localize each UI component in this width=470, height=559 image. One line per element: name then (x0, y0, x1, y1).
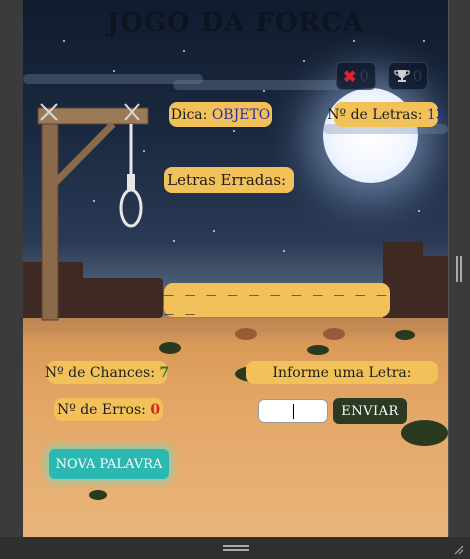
chances-value: 7 (159, 364, 170, 381)
text-caret (293, 404, 294, 419)
letter-input[interactable] (258, 399, 328, 423)
send-button[interactable]: ENVIAR (333, 398, 407, 424)
chances-label: Nº de Chances: (44, 364, 155, 381)
hint-label: Dica: (170, 106, 208, 123)
desert-bush (395, 330, 415, 340)
losses-counter: ✖ 0 (336, 62, 376, 90)
wrong-letters-pill: Letras Erradas: (164, 167, 294, 193)
letters-count-value: 13 (426, 106, 445, 123)
resize-grip-icon[interactable] (452, 543, 464, 555)
game-scene: JOGO DA FORCA ✖ 0 0 Dica: OBJETO Nº de L… (23, 0, 448, 537)
gallows-icon (37, 103, 149, 321)
wins-counter: 0 (388, 62, 428, 90)
horizontal-splitter-handle[interactable] (223, 545, 249, 547)
desert-bush (89, 490, 107, 500)
hint-pill: Dica: OBJETO (169, 102, 272, 127)
new-word-button[interactable]: NOVA PALAVRA (49, 449, 169, 479)
splitter-handle[interactable] (460, 256, 462, 282)
x-icon: ✖ (343, 66, 357, 86)
letters-count-label: Nº de Letras: (327, 106, 423, 123)
trophy-icon (393, 70, 410, 82)
bottom-bar (0, 537, 470, 559)
cloud (173, 80, 343, 90)
splitter-handle[interactable] (456, 256, 458, 282)
scrollbar-track[interactable] (448, 0, 470, 537)
word-blanks: _ _ _ _ _ _ _ _ _ _ _ _ _ (164, 277, 390, 317)
desert-bush (401, 420, 448, 446)
page-title: JOGO DA FORCA (106, 8, 365, 38)
errors-pill: Nº de Erros: 0 (54, 398, 163, 421)
guess-prompt-pill: Informe uma Letra: (246, 361, 438, 384)
letters-count-pill: Nº de Letras: 13 (327, 102, 445, 127)
hint-value: OBJETO (211, 106, 271, 123)
horizontal-splitter-handle[interactable] (223, 549, 249, 551)
desert-rock (235, 328, 257, 340)
guess-prompt-label: Informe uma Letra: (272, 364, 412, 381)
losses-value: 0 (359, 67, 369, 85)
wins-value: 0 (412, 67, 423, 85)
chances-pill: Nº de Chances: 7 (44, 361, 170, 384)
errors-value: 0 (150, 401, 161, 418)
desert-bush (159, 342, 181, 354)
wrong-letters-label: Letras Erradas: (167, 171, 287, 189)
desert-rock (323, 328, 345, 340)
desert-bush (307, 345, 329, 355)
errors-label: Nº de Erros: (56, 401, 146, 418)
desert-mesa (418, 256, 448, 318)
